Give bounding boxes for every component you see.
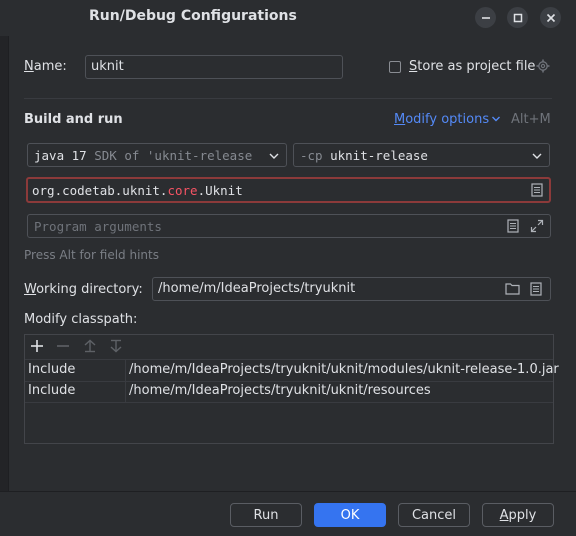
jdk-version: java 17 [34,148,87,163]
move-down-icon[interactable] [109,339,123,357]
name-label: Name: [24,59,67,74]
jdk-description: SDK of 'uknit-release [94,148,253,163]
classpath-path: /home/m/IdeaProjects/tryuknit/uknit/modu… [129,362,559,377]
program-arguments-placeholder: Program arguments [34,219,162,234]
main-class-package: org.codetab.uknit. [32,183,168,198]
minimize-button[interactable] [475,7,496,28]
expand-icon[interactable] [530,219,544,237]
jdk-select[interactable]: java 17 SDK of 'uknit-release [27,143,287,167]
modify-options-link[interactable]: Modify options [394,112,489,127]
store-as-project-label[interactable]: Store as project file [409,59,535,74]
working-directory-label: Working directory: [24,282,143,297]
gear-icon[interactable] [536,59,550,77]
table-row[interactable]: Include /home/m/IdeaProjects/tryuknit/uk… [25,359,559,382]
main-class-keyword: core [167,183,198,198]
name-value: uknit [91,59,124,74]
minimize-icon [481,16,490,19]
cancel-button[interactable]: Cancel [398,503,470,527]
main-class-field[interactable]: org.codetab.uknit.core.Uknit [26,177,551,203]
move-up-icon[interactable] [83,339,97,357]
close-button[interactable] [540,7,561,28]
close-icon [546,13,555,22]
name-field[interactable]: uknit [85,55,343,79]
document-icon[interactable] [507,219,519,237]
cp-prefix: -cp [300,148,323,163]
module-classpath-select[interactable]: -cp uknit-release [293,143,550,167]
modify-options-shortcut: Alt+M [511,112,551,127]
working-directory-value: /home/m/IdeaProjects/tryuknit [158,281,356,296]
remove-icon[interactable] [56,339,70,357]
add-icon[interactable] [30,339,44,357]
table-row[interactable]: Include /home/m/IdeaProjects/tryuknit/uk… [25,381,553,403]
chevron-down-icon [267,150,279,165]
apply-button[interactable]: Apply [482,503,554,527]
ok-button[interactable]: OK [314,503,386,527]
program-arguments-field[interactable]: Program arguments [27,214,551,238]
chevron-down-icon [532,150,542,165]
maximize-icon [513,13,522,22]
build-and-run-heading: Build and run [24,112,123,127]
document-icon[interactable] [530,282,542,300]
modify-classpath-label: Modify classpath: [24,312,138,327]
working-directory-field[interactable]: /home/m/IdeaProjects/tryuknit [152,277,551,301]
configurations-sidebar [0,36,9,492]
main-class-name: .Uknit [197,183,243,198]
classpath-type: Include [28,383,76,398]
cp-module: uknit-release [330,148,428,163]
separator [24,98,552,99]
classpath-table: Include /home/m/IdeaProjects/tryuknit/uk… [24,334,559,444]
field-hints-text: Press Alt for field hints [24,248,159,262]
store-as-project-checkbox[interactable] [389,61,401,73]
dialog-title: Run/Debug Configurations [89,8,297,24]
classpath-type: Include [28,362,76,377]
document-icon[interactable] [531,183,543,201]
maximize-button[interactable] [507,7,528,28]
classpath-path: /home/m/IdeaProjects/tryuknit/uknit/reso… [129,383,431,398]
chevron-down-icon[interactable] [491,112,501,130]
run-button[interactable]: Run [230,503,302,527]
folder-icon[interactable] [505,282,520,299]
